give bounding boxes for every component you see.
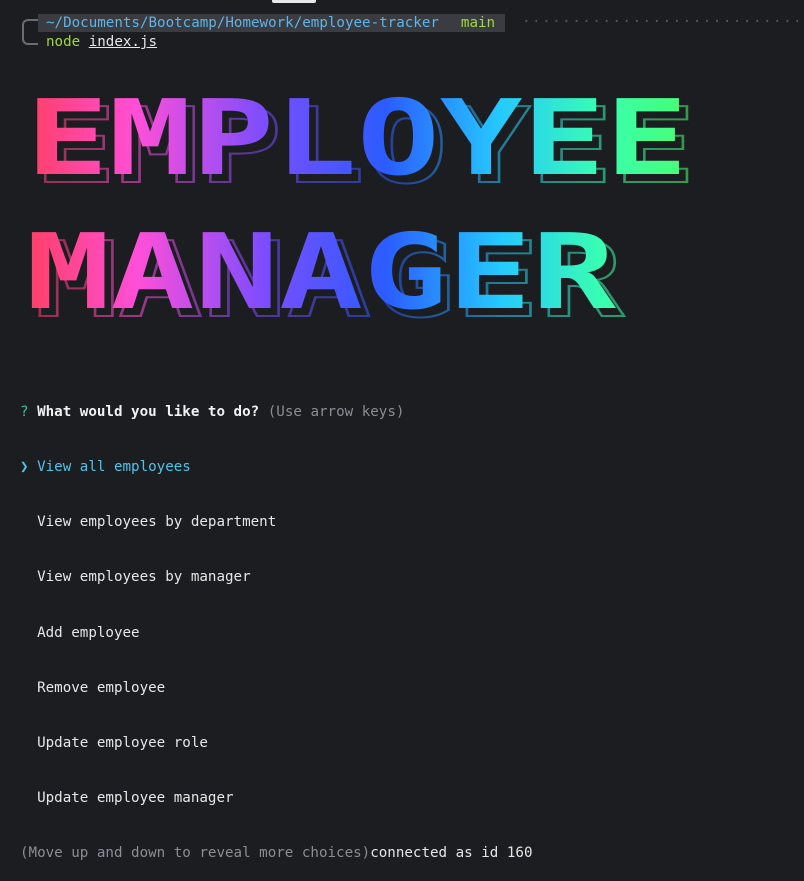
question-hint: (Use arrow keys) — [267, 403, 405, 420]
question-text: What would you like to do? — [37, 403, 260, 420]
prompt-path-segment: ~/Documents/Bootcamp/Homework/employee-t… — [38, 14, 506, 32]
menu-option[interactable]: Remove employee — [20, 679, 533, 697]
menu-option-selected[interactable]: ❯ View all employees — [20, 458, 533, 476]
prompt-footer-row: (Move up and down to reveal more choices… — [20, 844, 533, 862]
menu-option-label: Add employee — [37, 624, 140, 641]
current-path: ~/Documents/Bootcamp/Homework/employee-t… — [46, 15, 439, 31]
more-choices-hint: (Move up and down to reveal more choices… — [20, 845, 371, 862]
menu-option-label: View employees by manager — [37, 569, 251, 586]
menu-option[interactable]: View employees by manager — [20, 568, 533, 586]
menu-option-label: Update employee manager — [37, 790, 234, 807]
prompt-dot-filler: ········································… — [522, 14, 798, 30]
git-branch: main — [460, 15, 496, 31]
menu-option[interactable]: Update employee role — [20, 734, 533, 752]
pointer-icon: ❯ — [20, 459, 29, 476]
menu-option[interactable]: Update employee manager — [20, 789, 533, 807]
menu-option-label: View employees by department — [37, 514, 277, 531]
menu-option[interactable]: Add employee — [20, 624, 533, 642]
prompt-question-row: ? What would you like to do? (Use arrow … — [20, 403, 533, 421]
banner-line2: MANAGER — [26, 211, 617, 333]
prompt-bracket-icon — [22, 19, 38, 45]
menu-option[interactable]: View employees by department — [20, 513, 533, 531]
menu-option-label: Update employee role — [37, 735, 208, 752]
question-marker: ? — [20, 403, 29, 420]
window-top-handle — [272, 0, 316, 3]
menu-option-label: Remove employee — [37, 679, 166, 696]
employee-manager-banner: EMPLOYEE EMPLOYEE MANAGER MANAGER — [26, 78, 697, 338]
connection-status: connected as id 160 — [370, 845, 533, 862]
inquirer-prompt: ? What would you like to do? (Use arrow … — [20, 366, 533, 881]
command-argument: index.js — [88, 34, 158, 50]
command-line: node index.js — [46, 33, 157, 51]
menu-option-label: View all employees — [37, 459, 191, 476]
command-name: node — [46, 34, 81, 50]
banner-line1: EMPLOYEE — [26, 78, 688, 199]
